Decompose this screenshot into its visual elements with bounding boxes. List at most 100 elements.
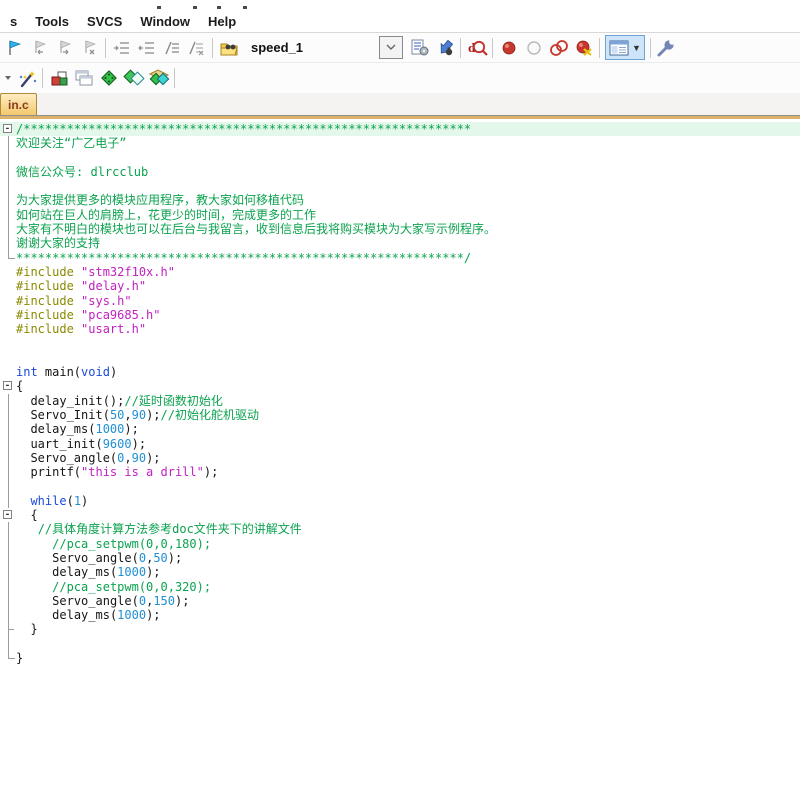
code-line[interactable] — [0, 351, 800, 365]
toolbar-separator — [460, 37, 461, 58]
code-line[interactable]: #include "stm32f10x.h" — [0, 265, 800, 279]
blocks-icon[interactable] — [46, 67, 71, 90]
toolbar-main: speed_1 d ▼ — [0, 33, 800, 63]
code-line-text: delay_ms(1000); — [52, 565, 161, 580]
code-line[interactable]: delay_ms(1000); — [0, 608, 800, 623]
code-line-text: printf("this is a drill"); — [30, 465, 219, 480]
code-line-text: Servo_Init(50,90);//初始化舵机驱动 — [30, 407, 259, 422]
fold-line — [8, 579, 9, 594]
code-line[interactable]: } — [0, 650, 800, 665]
code-line-text: Servo_angle(0,50); — [52, 550, 183, 565]
code-line[interactable]: Servo_angle(0,150); — [0, 593, 800, 609]
code-line-text: //pca_setpwm(0,0,320); — [52, 579, 212, 594]
menu-item-help[interactable]: Help — [199, 12, 245, 31]
bookmark-clear-icon[interactable] — [77, 36, 102, 59]
bookmark-prev-icon[interactable] — [27, 36, 52, 59]
code-line[interactable] — [0, 179, 800, 194]
breakpoint-disable-all-icon[interactable] — [546, 36, 571, 59]
menu-bar: s Tools SVCS Window Help — [0, 10, 800, 33]
code-line[interactable]: int main(void) — [0, 365, 800, 379]
code-line[interactable]: //pca_setpwm(0,0,320); — [0, 579, 800, 594]
fold-toggle-icon[interactable]: - — [3, 381, 12, 391]
menu-item-s[interactable]: s — [1, 12, 26, 31]
code-line[interactable]: -{ — [0, 508, 800, 522]
code-line-text: { — [30, 508, 38, 523]
code-line[interactable]: //具体角度计算方法参考doc文件夹下的讲解文件 — [0, 522, 800, 537]
download-debug-icon[interactable] — [432, 36, 457, 59]
configuration-wrench-icon[interactable] — [654, 36, 679, 59]
tab-label: in.c — [8, 97, 29, 112]
code-line[interactable]: Servo_Init(50,90);//初始化舵机驱动 — [0, 407, 800, 423]
bookmark-toggle-icon[interactable] — [2, 36, 27, 59]
tab-main-c[interactable]: in.c — [0, 93, 37, 115]
fold-line — [8, 650, 15, 659]
toolbar-separator — [42, 68, 43, 88]
fold-line — [8, 636, 9, 651]
code-line[interactable]: -/**************************************… — [0, 122, 800, 137]
code-line[interactable]: #include "sys.h" — [0, 294, 800, 308]
breakpoint-disable-icon[interactable] — [521, 36, 546, 59]
code-line[interactable]: while(1) — [0, 493, 800, 509]
code-line-text: 为大家提供更多的模块应用程序，教大家如何移植代码 — [16, 193, 305, 208]
code-line[interactable]: 大家有不明白的模块也可以在后台与我留言，收到信息后我将购买模块为大家写示例程序。 — [0, 222, 800, 237]
code-line[interactable] — [0, 336, 800, 350]
window-layout-icon[interactable]: ▼ — [605, 35, 645, 60]
unindent-icon[interactable] — [134, 36, 159, 59]
code-line[interactable]: #include "usart.h" — [0, 322, 800, 336]
menu-item-window[interactable]: Window — [131, 12, 199, 31]
title-fragment — [243, 6, 247, 9]
load-target-icon[interactable] — [216, 36, 241, 59]
code-line[interactable]: Servo_angle(0,90); — [0, 450, 800, 466]
editor-tab-bar: in.c — [0, 93, 800, 116]
toolbar-separator — [105, 37, 106, 58]
code-line[interactable] — [0, 150, 800, 165]
breakpoint-kill-all-icon[interactable] — [571, 36, 596, 59]
toolbar-separator — [174, 68, 175, 88]
code-line[interactable]: 欢迎关注“广乙电子” — [0, 136, 800, 151]
code-line[interactable]: 为大家提供更多的模块应用程序，教大家如何移植代码 — [0, 193, 800, 208]
code-line[interactable]: #include "delay.h" — [0, 279, 800, 293]
code-line[interactable]: delay_ms(1000); — [0, 422, 800, 437]
start-debug-session-icon[interactable]: d — [464, 36, 489, 59]
code-line[interactable]: delay_init();//延时函数初始化 — [0, 393, 800, 408]
code-line[interactable]: delay_ms(1000); — [0, 565, 800, 580]
target-select-value[interactable]: speed_1 — [251, 40, 379, 55]
bookmark-next-icon[interactable] — [52, 36, 77, 59]
wizard-wand-icon[interactable] — [14, 67, 39, 90]
target-select-dropdown[interactable] — [379, 36, 403, 59]
code-line[interactable]: } — [0, 622, 800, 637]
uncomment-selection-icon[interactable] — [184, 36, 209, 59]
fold-toggle-icon[interactable]: - — [3, 124, 12, 134]
code-line[interactable]: 微信公众号: dlrcclub — [0, 164, 800, 180]
code-line[interactable] — [0, 479, 800, 494]
code-line[interactable]: 谢谢大家的支持 — [0, 236, 800, 251]
code-line[interactable] — [0, 636, 800, 651]
code-line-text: 谢谢大家的支持 — [16, 236, 101, 251]
menu-item-tools[interactable]: Tools — [26, 12, 78, 31]
analysis-window-icon[interactable] — [146, 67, 171, 90]
serial-window-icon[interactable] — [121, 67, 146, 90]
code-line[interactable]: 如何站在巨人的肩膀上，花更少的时间，完成更多的工作 — [0, 207, 800, 223]
memory-window-icon[interactable] — [96, 67, 121, 90]
code-line[interactable]: //pca_setpwm(0,0,180); — [0, 536, 800, 551]
code-line[interactable]: uart_init(9600); — [0, 436, 800, 451]
fold-line — [8, 193, 9, 208]
options-for-target-icon[interactable] — [407, 36, 432, 59]
code-line[interactable]: Servo_angle(0,50); — [0, 550, 800, 566]
indent-icon[interactable] — [109, 36, 134, 59]
fold-toggle-icon[interactable]: - — [3, 510, 12, 520]
code-line[interactable]: -{ — [0, 379, 800, 393]
menu-item-svcs[interactable]: SVCS — [78, 12, 131, 31]
breakpoint-toggle-icon[interactable] — [496, 36, 521, 59]
toolbar-overflow-caret-icon[interactable] — [2, 67, 14, 90]
fold-line — [8, 407, 9, 423]
title-fragment — [193, 6, 197, 9]
code-line[interactable]: #include "pca9685.h" — [0, 308, 800, 322]
cascade-windows-icon[interactable] — [71, 67, 96, 90]
code-line[interactable]: ****************************************… — [0, 250, 800, 265]
comment-selection-icon[interactable] — [159, 36, 184, 59]
code-line[interactable]: printf("this is a drill"); — [0, 465, 800, 480]
code-line-text: } — [16, 650, 24, 665]
window-title-strip — [0, 0, 800, 10]
code-editor[interactable]: -/**************************************… — [0, 119, 800, 797]
